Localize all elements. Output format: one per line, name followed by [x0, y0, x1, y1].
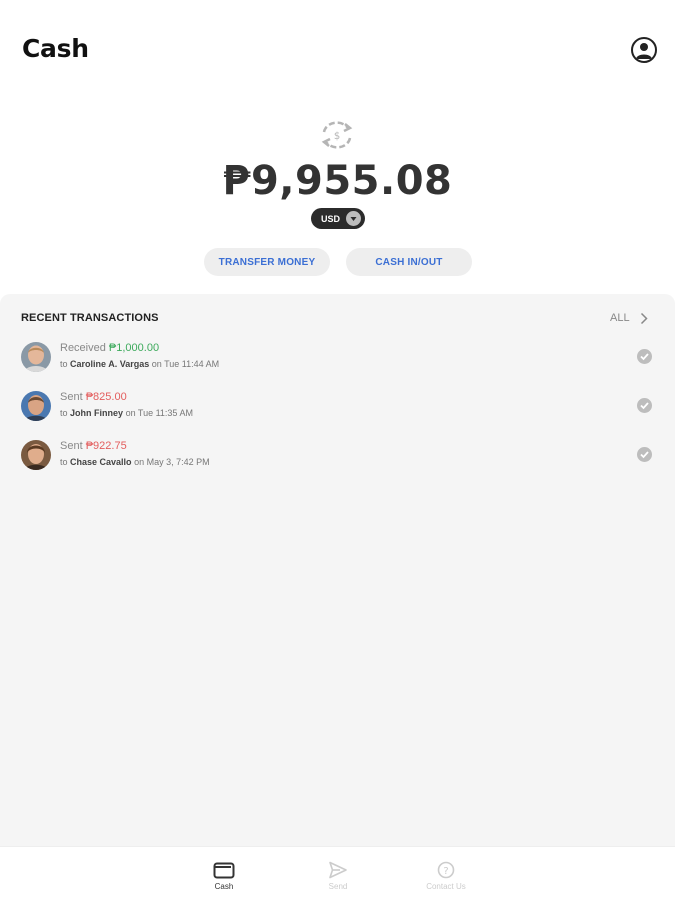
nav-label-send: Send	[328, 882, 348, 891]
transaction-time: on Tue 11:35 AM	[125, 408, 193, 418]
nav-label-contact: Contact Us	[426, 882, 466, 891]
app-header: Cash	[0, 0, 675, 100]
check-circle-icon	[637, 349, 652, 364]
transaction-time: on Tue 11:44 AM	[151, 359, 220, 369]
svg-text:$: $	[334, 131, 340, 142]
transaction-recipient: John Finney	[70, 408, 124, 418]
transaction-prefix: to	[60, 457, 68, 467]
view-all-link[interactable]: ALL	[610, 308, 648, 328]
balance-amount: ₱9,955.08	[222, 158, 453, 204]
transfer-money-button[interactable]: TRANSFER MONEY	[204, 248, 330, 276]
transaction-time: on May 3, 7:42 PM	[134, 457, 210, 467]
check-circle-icon	[637, 398, 652, 413]
view-all-label: ALL	[610, 312, 630, 324]
transaction-type: Received	[60, 342, 106, 354]
transaction-amount: ₱825.00	[85, 391, 127, 403]
avatar	[21, 391, 51, 421]
chevron-down-icon	[346, 211, 361, 226]
send-icon	[329, 861, 347, 879]
help-circle-icon: ?	[437, 861, 455, 879]
section-title: RECENT TRANSACTIONS	[21, 312, 159, 324]
currency-selector[interactable]: USD	[311, 208, 365, 229]
transaction-amount: ₱1,000.00	[108, 342, 160, 354]
transaction-prefix: to	[60, 359, 68, 369]
bottom-navigation: Cash Send ? Contact Us	[0, 846, 675, 900]
transaction-type: Sent	[60, 440, 83, 452]
chevron-right-icon	[640, 312, 648, 324]
transaction-prefix: to	[60, 408, 68, 418]
wallet-icon	[213, 862, 235, 879]
transaction-recipient: Caroline A. Vargas	[70, 359, 150, 369]
transaction-type: Sent	[60, 391, 83, 403]
transaction-row[interactable]: Received ₱1,000.00 to Caroline A. Vargas…	[0, 336, 675, 380]
transaction-amount: ₱922.75	[85, 440, 127, 452]
currency-label: USD	[321, 213, 341, 224]
avatar	[21, 342, 51, 372]
nav-item-contact[interactable]: ? Contact Us	[406, 861, 486, 891]
transaction-row[interactable]: Sent ₱825.00 to John Finney on Tue 11:35…	[0, 385, 675, 429]
page-title: Cash	[22, 34, 89, 63]
nav-item-send[interactable]: Send	[298, 861, 378, 891]
check-circle-icon	[637, 447, 652, 462]
transaction-recipient: Chase Cavallo	[70, 457, 132, 467]
nav-item-cash[interactable]: Cash	[184, 861, 264, 891]
transaction-row[interactable]: Sent ₱922.75 to Chase Cavallo on May 3, …	[0, 434, 675, 478]
currency-exchange-icon: $	[316, 120, 358, 150]
nav-label-cash: Cash	[214, 882, 234, 891]
avatar	[21, 440, 51, 470]
account-circle-icon[interactable]	[631, 37, 657, 63]
cash-in-out-button[interactable]: CASH IN/OUT	[346, 248, 472, 276]
svg-text:?: ?	[443, 866, 448, 877]
recent-transactions-panel: RECENT TRANSACTIONS ALL Received ₱1,000.…	[0, 294, 675, 846]
